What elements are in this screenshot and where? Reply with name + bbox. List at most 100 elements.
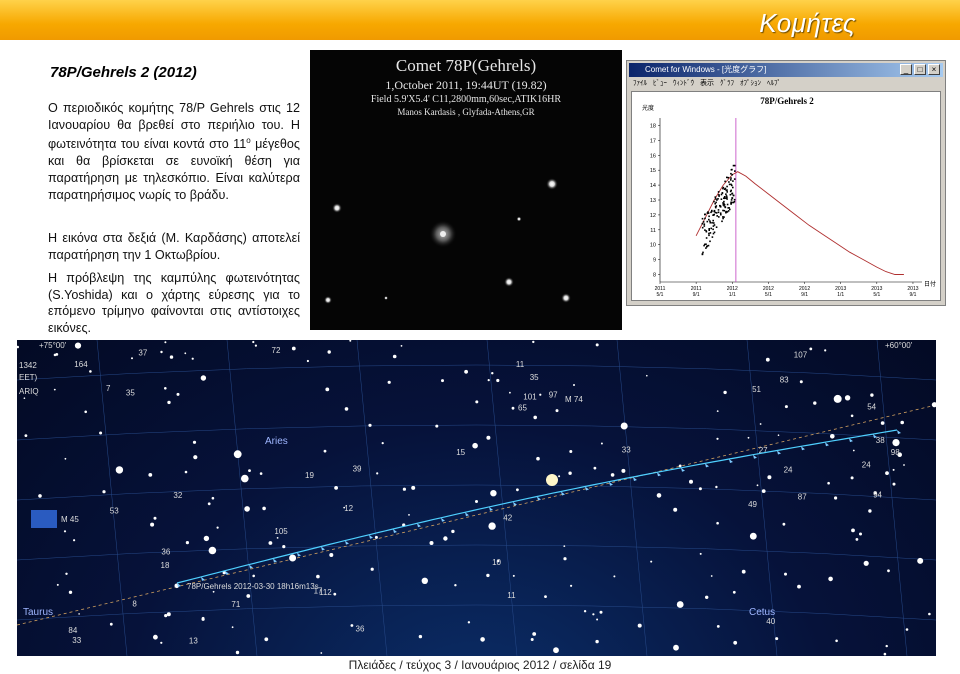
map-star xyxy=(716,625,720,628)
map-star xyxy=(851,528,855,533)
map-star xyxy=(678,464,682,468)
star-number-label: 13 xyxy=(189,636,198,645)
map-star xyxy=(233,450,242,459)
menu-item-file[interactable]: ﾌｧｲﾙ xyxy=(633,78,647,90)
observation-point xyxy=(708,234,710,237)
map-star xyxy=(563,545,566,547)
map-star xyxy=(553,647,559,654)
map-star xyxy=(23,397,26,399)
observation-point xyxy=(708,229,710,231)
observation-point xyxy=(705,230,707,232)
observation-point xyxy=(733,164,736,167)
star-number-label: 105 xyxy=(274,527,288,536)
map-star xyxy=(235,650,240,655)
map-star xyxy=(344,407,349,411)
observation-point xyxy=(708,228,710,230)
x-tick-label: 9/1 xyxy=(909,292,916,298)
star-number-label: 36 xyxy=(356,625,365,634)
observation-point xyxy=(714,202,716,205)
observation-point xyxy=(712,225,715,227)
menu-item-graph[interactable]: ｸﾞﾗﾌ xyxy=(720,78,734,90)
map-star xyxy=(264,637,269,642)
star-number-label: 71 xyxy=(231,600,240,609)
map-star xyxy=(689,479,693,484)
paragraph-image-note: Η εικόνα στα δεξιά (Μ. Καρδάσης) αποτελε… xyxy=(48,231,300,262)
map-star xyxy=(892,439,900,447)
map-star xyxy=(167,400,171,405)
window-titlebar: Comet for Windows - [光度グラフ] _ □ × xyxy=(629,63,943,77)
map-star xyxy=(185,541,189,545)
star-number-label: 87 xyxy=(798,492,807,501)
observation-point xyxy=(701,217,704,220)
map-star xyxy=(530,638,534,641)
observation-point xyxy=(721,192,724,194)
grid-line xyxy=(616,340,648,656)
observation-point xyxy=(729,208,731,211)
map-star xyxy=(160,350,163,354)
photo-starfield xyxy=(324,178,571,304)
star-number-label: 11 xyxy=(516,360,525,369)
star-number-label: 15 xyxy=(456,448,465,457)
comet-position-marker xyxy=(705,463,709,468)
menu-item-options[interactable]: ｵﾌﾟｼｮﾝ xyxy=(740,78,761,90)
observation-point xyxy=(731,197,733,199)
map-star xyxy=(381,442,384,445)
map-star xyxy=(84,410,87,414)
observation-point xyxy=(709,220,711,222)
map-star xyxy=(248,469,251,472)
star-map-svg: 2410128711947283393533107971051015135491… xyxy=(17,340,936,656)
minimize-button[interactable]: _ xyxy=(900,64,912,75)
y-tick-label: 17 xyxy=(650,138,656,144)
observation-point xyxy=(709,240,711,243)
map-star xyxy=(569,450,573,453)
map-star xyxy=(211,496,215,500)
map-star xyxy=(99,431,103,435)
observation-point xyxy=(723,200,725,203)
map-star xyxy=(592,613,595,616)
map-star xyxy=(784,405,788,409)
map-star xyxy=(464,369,468,374)
map-star xyxy=(863,560,869,566)
photo-star xyxy=(324,296,332,304)
observation-point xyxy=(731,193,733,195)
observation-point xyxy=(717,191,720,193)
observation-point xyxy=(722,216,724,218)
observation-point xyxy=(711,222,713,224)
menu-item-view[interactable]: ﾋﾞｭｰ xyxy=(653,78,667,90)
star-number-label: 7 xyxy=(106,384,111,393)
star-number-label: 53 xyxy=(110,507,119,516)
map-star xyxy=(715,485,718,489)
observation-point xyxy=(726,189,728,191)
comet-position-marker xyxy=(345,540,349,545)
y-tick-label: 13 xyxy=(650,198,656,204)
map-star xyxy=(102,490,106,494)
observation-point xyxy=(727,176,730,179)
map-star xyxy=(516,488,519,492)
comet-position-marker xyxy=(753,454,757,459)
star-number-label: 65 xyxy=(518,404,527,413)
map-star xyxy=(392,354,397,359)
menu-item-help[interactable]: ﾍﾙﾌﾟ xyxy=(767,78,781,90)
map-star xyxy=(824,349,827,352)
lightcurve-canvas: 78P/Gehrels 2 光度 日付 18 17 16 15 14 13 12 11 10 9 8 201… xyxy=(631,91,941,301)
grid-label: EET) xyxy=(19,373,38,382)
y-tick-label: 12 xyxy=(650,213,656,219)
x-tick-label: 9/1 xyxy=(801,292,808,298)
y-tick-label: 10 xyxy=(650,243,656,249)
ecliptic-line xyxy=(17,404,936,626)
dso-label-m74: M 74 xyxy=(565,395,583,404)
menu-item-window[interactable]: ｳｨﾝﾄﾞｳ xyxy=(673,78,694,90)
menu-item-display[interactable]: 表示 xyxy=(700,78,714,90)
close-button[interactable]: × xyxy=(928,64,940,75)
y-tick-label: 9 xyxy=(653,258,656,264)
observation-point xyxy=(719,212,722,214)
y-axis-label: 光度 xyxy=(642,104,654,112)
maximize-button[interactable]: □ xyxy=(914,64,926,75)
map-star xyxy=(536,456,540,461)
observation-point xyxy=(717,211,720,214)
map-star xyxy=(870,393,874,397)
star-number-label: 107 xyxy=(794,351,808,360)
comet-position-marker xyxy=(393,529,397,533)
star-number-label: 83 xyxy=(780,376,789,385)
star-number-label: 35 xyxy=(530,373,539,382)
